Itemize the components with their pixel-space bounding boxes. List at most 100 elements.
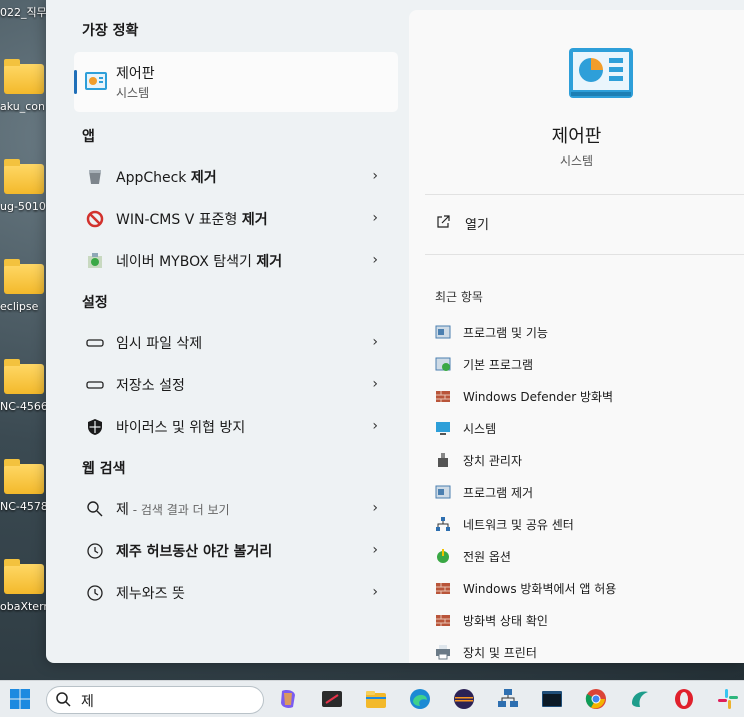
app-result-label: AppCheck xyxy=(116,170,191,186)
folder-icon xyxy=(4,159,44,194)
recent-item[interactable]: 프로그램 제거 xyxy=(435,482,735,504)
snipping-tool-icon[interactable] xyxy=(320,687,344,711)
recent-item[interactable]: 장치 관리자 xyxy=(435,450,735,472)
web-result-more[interactable]: 제 - 검색 결과 더 보기 › xyxy=(74,488,398,528)
recent-item[interactable]: 네트워크 및 공유 센터 xyxy=(435,514,735,536)
programs-features-icon xyxy=(435,325,451,339)
desktop-folder-icon[interactable]: NC-4566 xyxy=(0,356,46,436)
best-match-type: 시스템 xyxy=(116,86,150,100)
chevron-right-icon[interactable]: › xyxy=(372,334,378,350)
edge-browser-icon[interactable] xyxy=(408,687,432,711)
chevron-right-icon[interactable]: › xyxy=(372,542,378,558)
desktop-folder-icon[interactable]: aku_con xyxy=(0,56,46,136)
app-result-label: WIN-CMS V 표준형 xyxy=(116,212,242,228)
setting-result-label: 바이러스 및 위협 방지 xyxy=(116,420,246,436)
setting-result-temp-files[interactable]: 임시 파일 삭제 › xyxy=(74,322,398,362)
best-match-item[interactable]: 제어판 시스템 xyxy=(74,52,398,112)
preview-subtitle: 시스템 xyxy=(559,154,594,168)
uninstall-program-icon xyxy=(435,485,451,499)
setting-result-virus[interactable]: 바이러스 및 위협 방지 › xyxy=(74,406,398,446)
windows-start-icon[interactable] xyxy=(8,687,32,711)
recent-item[interactable]: Windows Defender 방화벽 xyxy=(435,386,735,408)
chevron-right-icon[interactable]: › xyxy=(372,418,378,434)
search-panel: 가장 정확 제어판 시스템 앱 AppCheck 제거 › WIN-CMS V … xyxy=(46,0,744,663)
search-icon xyxy=(87,501,103,517)
web-result-genoise[interactable]: 제누와즈 뜻 › xyxy=(74,572,398,612)
open-external-icon xyxy=(437,215,450,228)
search-icon xyxy=(56,692,71,707)
taskbar-search-input[interactable]: 제 xyxy=(46,686,264,714)
chevron-right-icon[interactable]: › xyxy=(372,210,378,226)
chevron-right-icon[interactable]: › xyxy=(372,252,378,268)
desktop-folder-icon[interactable]: eclipse xyxy=(0,256,46,336)
folder-icon xyxy=(4,559,44,594)
folder-icon xyxy=(4,459,44,494)
recent-item[interactable]: 장치 및 프린터 xyxy=(435,642,735,664)
recent-item[interactable]: 프로그램 및 기능 xyxy=(435,322,735,344)
divider xyxy=(425,254,744,255)
storage-icon xyxy=(86,339,104,347)
app-result-appcheck[interactable]: AppCheck 제거 › xyxy=(74,156,398,196)
installer-icon xyxy=(88,253,102,268)
no-entry-icon xyxy=(86,210,104,228)
chrome-icon[interactable] xyxy=(584,687,608,711)
recent-title: 최근 항목 xyxy=(435,290,483,304)
web-result-hint: - 검색 결과 더 보기 xyxy=(128,503,230,517)
setting-result-storage[interactable]: 저장소 설정 › xyxy=(74,364,398,404)
recent-item[interactable]: 시스템 xyxy=(435,418,735,440)
eclipse-icon[interactable] xyxy=(452,687,476,711)
network-icon xyxy=(436,517,450,531)
opera-icon[interactable] xyxy=(672,687,696,711)
desktop-folder-icon[interactable]: obaXterm xyxy=(0,556,46,636)
recent-item[interactable]: 전원 옵션 xyxy=(435,546,735,568)
app-result-mybox[interactable]: 네이버 MYBOX 탐색기 제거 › xyxy=(74,240,398,280)
firewall-icon xyxy=(436,615,450,626)
folder-icon xyxy=(4,59,44,94)
desktop-folder-icon[interactable]: ug-5010 xyxy=(0,156,46,236)
web-result-label: 제 xyxy=(116,502,129,518)
results-list: 가장 정확 제어판 시스템 앱 AppCheck 제거 › WIN-CMS V … xyxy=(46,0,408,663)
web-result-label: 제주 허브동산 야간 볼거리 xyxy=(116,544,273,560)
selection-indicator xyxy=(74,70,77,94)
app-result-bold: 제거 xyxy=(241,212,268,228)
recent-item[interactable]: 기본 프로그램 xyxy=(435,354,735,376)
history-icon xyxy=(87,543,103,559)
setting-result-label: 임시 파일 삭제 xyxy=(116,336,203,352)
settings-title: 설정 xyxy=(82,295,108,311)
app-result-win-cms[interactable]: WIN-CMS V 표준형 제거 › xyxy=(74,198,398,238)
best-match-title: 가장 정확 xyxy=(82,23,139,39)
recent-item[interactable]: 방화벽 상태 확인 xyxy=(435,610,735,632)
network-app-icon[interactable] xyxy=(496,687,520,711)
apps-title: 앱 xyxy=(82,129,95,145)
chevron-right-icon[interactable]: › xyxy=(372,584,378,600)
app-icon[interactable] xyxy=(628,687,652,711)
appcheck-icon xyxy=(89,170,101,184)
chevron-right-icon[interactable]: › xyxy=(372,500,378,516)
web-search-title: 웹 검색 xyxy=(82,461,126,477)
terminal-icon[interactable] xyxy=(540,687,564,711)
firewall-icon xyxy=(436,583,450,594)
copilot-icon[interactable] xyxy=(276,687,300,711)
slack-icon[interactable] xyxy=(716,687,740,711)
chevron-right-icon[interactable]: › xyxy=(372,376,378,392)
device-manager-icon xyxy=(438,453,448,467)
preview-pane: 제어판 시스템 열기 최근 항목 프로그램 및 기능 기본 프로그램 Windo… xyxy=(409,10,744,663)
chevron-right-icon[interactable]: › xyxy=(372,168,378,184)
web-result-jeju[interactable]: 제주 허브동산 야간 볼거리 › xyxy=(74,530,398,570)
open-label: 열기 xyxy=(465,218,489,233)
app-result-bold: 제거 xyxy=(256,254,283,270)
control-panel-icon xyxy=(569,48,633,98)
control-panel-icon xyxy=(85,72,107,90)
history-icon xyxy=(87,585,103,601)
app-result-bold: 제거 xyxy=(190,170,217,186)
firewall-icon xyxy=(436,391,450,402)
printer-icon xyxy=(436,645,450,660)
system-icon xyxy=(436,422,450,435)
default-programs-icon xyxy=(435,357,451,371)
best-match-name: 제어판 xyxy=(116,66,155,82)
file-explorer-icon[interactable] xyxy=(364,687,388,711)
shield-icon xyxy=(88,419,102,435)
recent-item[interactable]: Windows 방화벽에서 앱 허용 xyxy=(435,578,735,600)
desktop-folder-icon[interactable]: 022_직무 xyxy=(0,0,46,44)
desktop-folder-icon[interactable]: NC-4578 xyxy=(0,456,46,536)
